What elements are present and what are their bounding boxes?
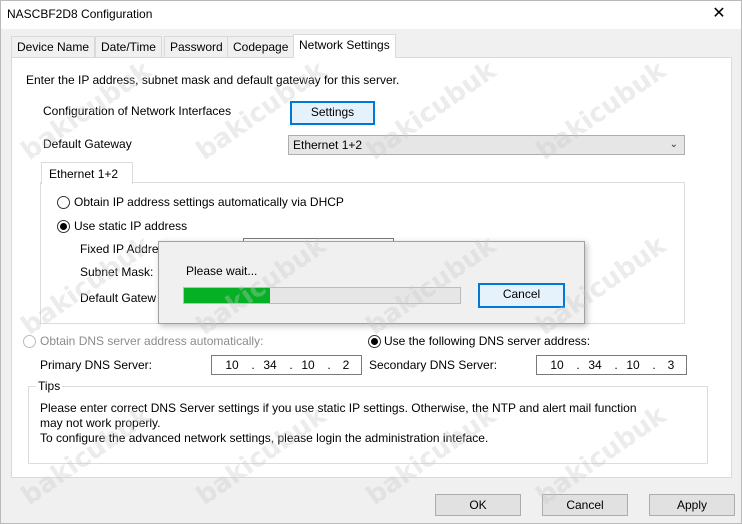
close-icon[interactable]: ✕ — [701, 3, 737, 25]
subnet-mask-label: Subnet Mask: — [80, 265, 154, 279]
secondary-dns-octet-1: 10 — [550, 358, 564, 372]
title-bar: NASCBF2D8 Configuration ✕ — [1, 1, 741, 29]
ok-button[interactable]: OK — [435, 494, 521, 516]
tab-date-time[interactable]: Date/Time — [95, 36, 162, 57]
please-wait-message: Please wait... — [186, 264, 258, 278]
progress-fill — [184, 288, 270, 303]
default-gateway-value: Ethernet 1+2 — [293, 138, 363, 152]
primary-dns-octet-2: 34 — [263, 358, 277, 372]
dns-auto-label: Obtain DNS server address automatically: — [40, 334, 264, 348]
secondary-dns-octet-3: 10 — [626, 358, 640, 372]
default-gateway-label: Default Gateway — [43, 137, 132, 151]
secondary-dns-label: Secondary DNS Server: — [369, 358, 498, 372]
window-title: NASCBF2D8 Configuration — [7, 7, 153, 21]
progress-bar — [183, 287, 461, 304]
dhcp-option-label: Obtain IP address settings automatically… — [74, 195, 344, 209]
configuration-window: NASCBF2D8 Configuration ✕ Device Name Da… — [0, 0, 742, 524]
tab-password[interactable]: Password — [164, 36, 229, 57]
tips-line-1: Please enter correct DNS Server settings… — [40, 401, 637, 415]
tips-title: Tips — [36, 379, 63, 393]
apply-button[interactable]: Apply — [649, 494, 735, 516]
secondary-dns-octet-2: 34 — [588, 358, 602, 372]
dhcp-radio[interactable] — [57, 196, 70, 209]
settings-button[interactable]: Settings — [290, 101, 375, 125]
tab-device-name[interactable]: Device Name — [11, 36, 96, 57]
fixed-ip-label: Fixed IP Addre — [80, 242, 159, 256]
primary-dns-octet-1: 10 — [225, 358, 239, 372]
tab-codepage[interactable]: Codepage — [227, 36, 295, 57]
tips-line-2: may not work properly. — [40, 416, 161, 430]
please-wait-dialog: Please wait... Cancel — [158, 241, 585, 324]
config-interfaces-label: Configuration of Network Interfaces — [43, 104, 232, 118]
dialog-cancel-button[interactable]: Cancel — [478, 283, 565, 308]
tips-line-3: To configure the advanced network settin… — [40, 431, 489, 445]
cancel-button[interactable]: Cancel — [542, 494, 628, 516]
dns-manual-label: Use the following DNS server address: — [384, 334, 591, 348]
intro-text: Enter the IP address, subnet mask and de… — [26, 73, 400, 87]
secondary-dns-field[interactable]: 10 . 34 . 10 . 3 — [536, 355, 687, 375]
primary-dns-field[interactable]: 10 . 34 . 10 . 2 — [211, 355, 362, 375]
dns-auto-radio[interactable] — [23, 335, 36, 348]
ethernet-subtab[interactable]: Ethernet 1+2 — [41, 162, 133, 184]
secondary-dns-octet-4: 3 — [667, 358, 675, 372]
default-gateway-field-label: Default Gatew — [80, 291, 157, 305]
static-ip-radio[interactable] — [57, 220, 70, 233]
default-gateway-select[interactable]: Ethernet 1+2 ⌄ — [288, 135, 685, 155]
static-ip-label: Use static IP address — [74, 219, 188, 233]
dns-manual-radio[interactable] — [368, 335, 381, 348]
chevron-down-icon: ⌄ — [669, 139, 678, 150]
primary-dns-label: Primary DNS Server: — [40, 358, 153, 372]
primary-dns-octet-4: 2 — [342, 358, 350, 372]
primary-dns-octet-3: 10 — [301, 358, 315, 372]
tab-network-settings[interactable]: Network Settings — [293, 34, 396, 58]
